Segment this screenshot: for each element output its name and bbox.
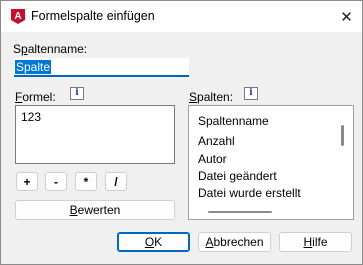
list-item[interactable]: Datei geändert	[198, 169, 277, 183]
insert-formula-column-dialog: A Formelspalte einfügen ✕ Spaltenname: S…	[0, 0, 363, 265]
formula-label: Formel:	[15, 90, 56, 104]
vertical-scrollbar[interactable]	[341, 125, 344, 146]
columns-list[interactable]: Spaltenname Anzahl Autor Datei geändert …	[188, 105, 354, 220]
title-bar: A Formelspalte einfügen ✕	[1, 1, 362, 32]
list-item[interactable]: Datei wurde erstellt	[198, 186, 301, 200]
autocad-a-icon: A	[11, 9, 25, 24]
list-item[interactable]: Autor	[198, 152, 227, 166]
cancel-button-label: Abbrechen	[205, 235, 264, 249]
column-name-value: Spalte	[15, 60, 52, 74]
help-button[interactable]: Hilfe	[279, 232, 352, 252]
ok-button[interactable]: OK	[117, 232, 190, 252]
formula-value: 123	[21, 110, 42, 124]
formula-input[interactable]: 123	[15, 105, 175, 164]
window-title: Formelspalte einfügen	[31, 9, 155, 23]
info-icon: i	[75, 88, 79, 98]
column-name-label: Spaltenname:	[13, 42, 88, 56]
column-name-input[interactable]: Spalte	[14, 58, 189, 77]
multiply-button[interactable]: *	[75, 172, 97, 191]
plus-button[interactable]: +	[16, 172, 38, 191]
help-button-label: Hilfe	[303, 235, 328, 249]
divide-button[interactable]: /	[105, 172, 127, 191]
evaluate-button[interactable]: Bewerten	[15, 200, 175, 220]
info-icon: i	[249, 88, 253, 98]
formula-info-button[interactable]: i	[70, 87, 84, 100]
cancel-button[interactable]: Abbrechen	[198, 232, 271, 252]
columns-label: Spalten:	[189, 90, 234, 104]
minus-button[interactable]: -	[45, 172, 67, 191]
app-icon-letter: A	[14, 11, 21, 22]
columns-info-button[interactable]: i	[244, 87, 258, 100]
list-item[interactable]: Anzahl	[198, 134, 235, 148]
horizontal-scrollbar[interactable]	[208, 211, 272, 213]
evaluate-button-label: Bewerten	[69, 203, 121, 217]
close-icon: ✕	[340, 8, 353, 26]
ok-button-label: OK	[144, 235, 163, 249]
list-item[interactable]: Spaltenname	[198, 114, 269, 128]
close-button[interactable]: ✕	[331, 1, 362, 32]
